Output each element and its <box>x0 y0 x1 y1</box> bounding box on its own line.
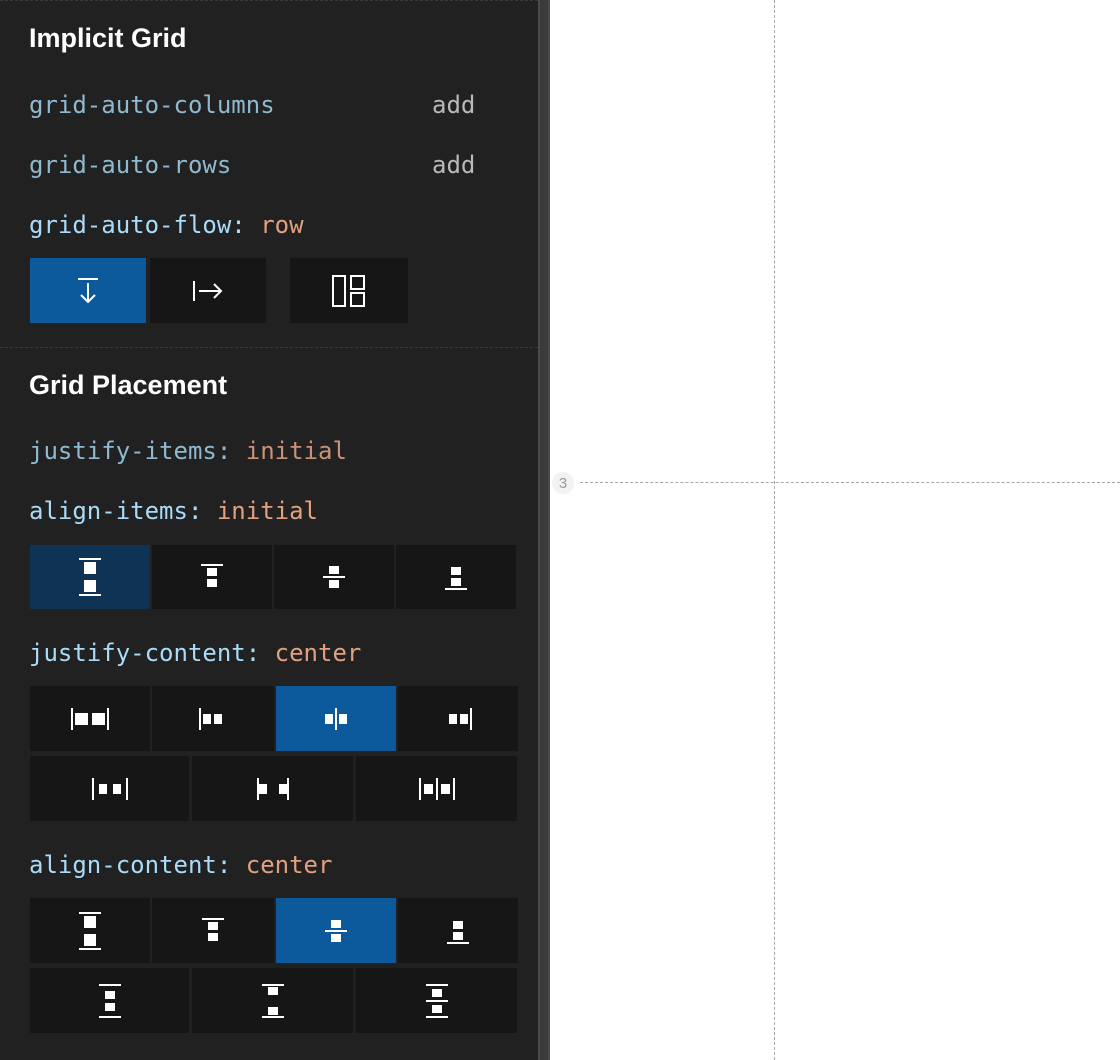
align-stretch-icon <box>79 558 101 596</box>
grid-auto-flow-property: grid-auto-flow: row <box>29 211 304 239</box>
align-content-end-button[interactable] <box>398 898 518 963</box>
grid-auto-rows-property[interactable]: grid-auto-rows <box>29 151 231 179</box>
align-content-space-between-button[interactable] <box>192 968 353 1033</box>
grid-preview-canvas <box>550 0 1120 1060</box>
align-items-value: initial <box>216 497 319 525</box>
justify-end-icon <box>449 707 472 730</box>
justify-content-value: center <box>274 639 362 667</box>
align-items-property: align-items: initial <box>29 497 319 525</box>
justify-space-evenly-icon <box>418 777 455 800</box>
grid-auto-columns-property[interactable]: grid-auto-columns <box>29 91 275 119</box>
justify-content-space-around-button[interactable] <box>30 756 189 821</box>
implicit-grid-title: Implicit Grid <box>29 23 187 53</box>
align-content-space-evenly-button[interactable] <box>356 968 517 1033</box>
justify-stretch-icon <box>71 707 109 730</box>
align-end-icon <box>445 567 467 590</box>
align-content-value: center <box>245 851 333 879</box>
justify-content-space-between-button[interactable] <box>192 756 353 821</box>
add-grid-auto-columns-button[interactable]: add <box>432 91 475 119</box>
grid-inspector-panel: Implicit Grid grid-auto-columns add grid… <box>0 0 538 1060</box>
auto-flow-row-button[interactable] <box>30 258 146 323</box>
dense-layout-icon <box>332 274 365 307</box>
grid-placement-title: Grid Placement <box>29 370 228 400</box>
justify-items-property: justify-items: initial <box>29 437 347 465</box>
align-items-label: align-items <box>29 497 188 525</box>
auto-flow-dense-button[interactable] <box>290 258 408 323</box>
grid-column-line <box>774 0 775 1060</box>
justify-content-label: justify-content <box>29 639 246 667</box>
align-start-icon <box>201 564 223 587</box>
arrow-down-icon <box>78 277 98 303</box>
align-center-icon <box>323 566 345 588</box>
justify-content-center-button[interactable] <box>276 686 396 751</box>
panel-scrollbar[interactable] <box>538 0 550 1060</box>
align-start-icon <box>202 917 224 941</box>
align-space-between-icon <box>261 983 284 1018</box>
justify-content-property: justify-content: center <box>29 639 362 667</box>
justify-items-value: initial <box>245 437 347 465</box>
section-divider <box>0 0 538 1</box>
grid-auto-flow-value: row <box>260 211 304 239</box>
align-content-property: align-content: center <box>29 851 333 879</box>
grid-auto-columns-label: grid-auto-columns <box>29 91 275 119</box>
justify-content-stretch-button[interactable] <box>30 686 150 751</box>
align-stretch-icon <box>79 911 101 950</box>
align-items-start-button[interactable] <box>152 545 272 609</box>
justify-start-icon <box>199 707 222 730</box>
align-content-stretch-button[interactable] <box>30 898 150 963</box>
justify-space-between-icon <box>256 777 289 800</box>
grid-line-number-badge: 3 <box>552 472 574 494</box>
align-space-evenly-icon <box>425 983 448 1018</box>
align-content-label: align-content <box>29 851 217 879</box>
align-content-space-around-button[interactable] <box>30 968 189 1033</box>
justify-center-icon <box>325 707 347 730</box>
grid-auto-flow-label: grid-auto-flow <box>29 211 232 239</box>
justify-items-label: justify-items <box>29 437 217 465</box>
justify-content-start-button[interactable] <box>152 686 274 751</box>
justify-content-space-evenly-button[interactable] <box>356 756 517 821</box>
align-end-icon <box>447 920 469 944</box>
grid-row-line <box>580 482 1120 483</box>
align-space-around-icon <box>98 983 121 1018</box>
align-items-stretch-button[interactable] <box>30 545 150 609</box>
justify-content-end-button[interactable] <box>398 686 518 751</box>
add-grid-auto-rows-button[interactable]: add <box>432 151 475 179</box>
align-content-center-button[interactable] <box>276 898 396 963</box>
arrow-right-icon <box>193 280 223 301</box>
scrollbar-thumb[interactable] <box>540 0 548 1060</box>
align-items-center-button[interactable] <box>274 545 394 609</box>
grid-auto-rows-label: grid-auto-rows <box>29 151 232 179</box>
align-center-icon <box>325 919 347 942</box>
section-divider <box>0 347 538 348</box>
justify-space-around-icon <box>91 777 128 800</box>
align-items-end-button[interactable] <box>396 545 516 609</box>
align-content-start-button[interactable] <box>152 898 274 963</box>
auto-flow-column-button[interactable] <box>150 258 266 323</box>
